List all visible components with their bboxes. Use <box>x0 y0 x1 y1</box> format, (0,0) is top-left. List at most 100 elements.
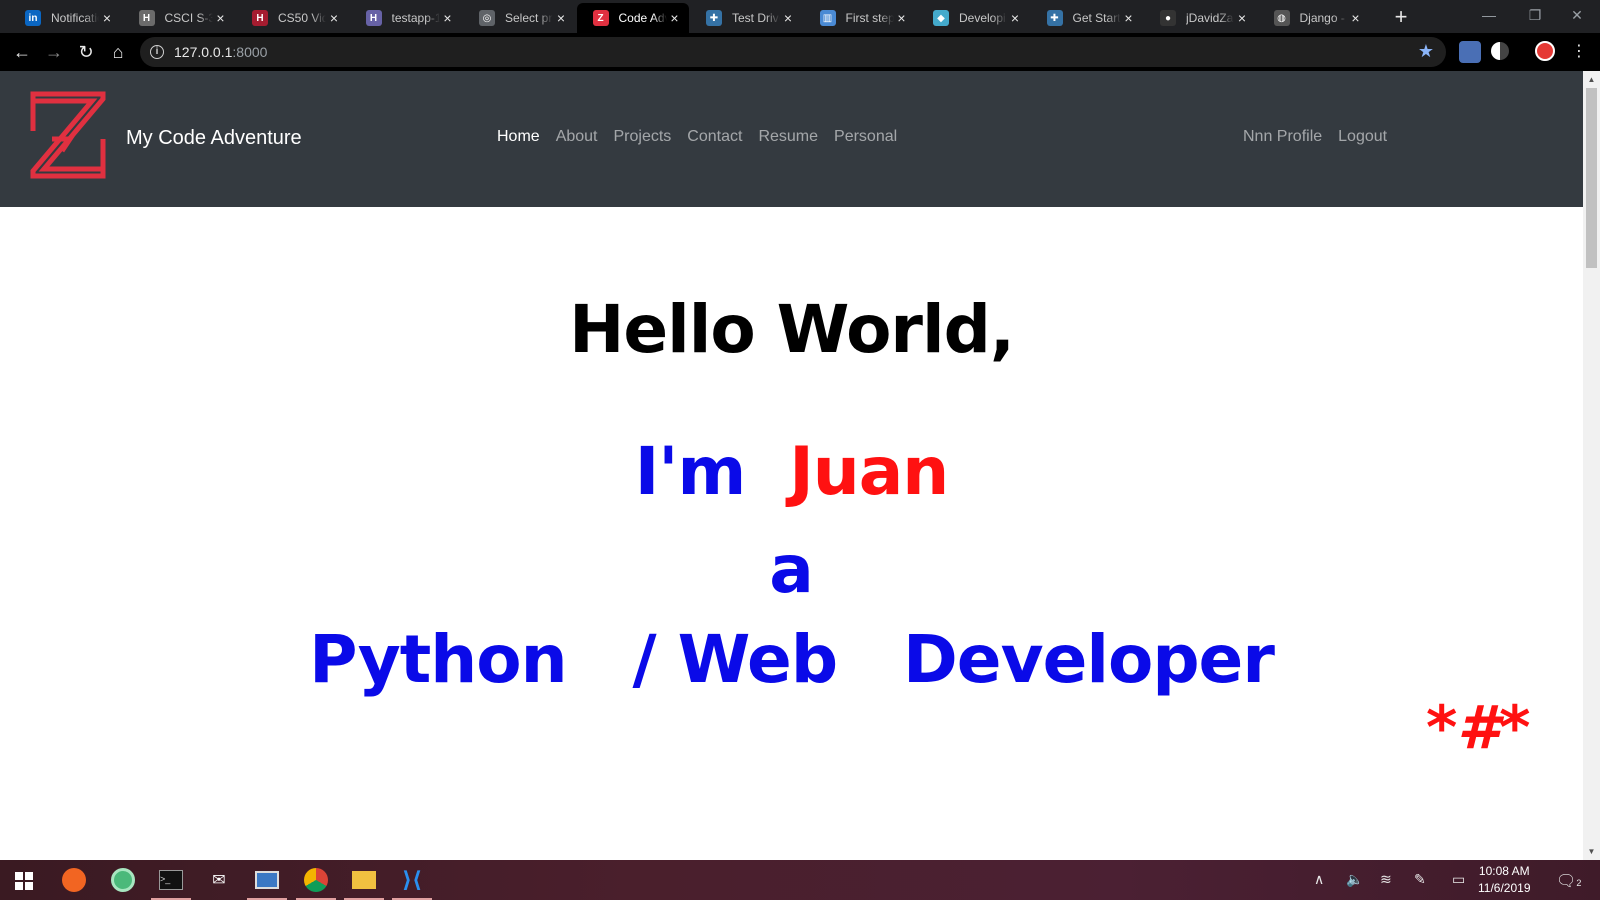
close-tab-icon[interactable]: × <box>99 10 115 26</box>
vscode-icon[interactable]: ⟩⟨ <box>398 866 426 894</box>
close-tab-icon[interactable]: × <box>780 10 796 26</box>
restore-button[interactable]: ❐ <box>1512 0 1558 30</box>
browser-tab-title: Select project <box>505 11 553 25</box>
scroll-down-icon[interactable]: ▼ <box>1583 843 1600 860</box>
browser-tab[interactable]: ◆ Developing× <box>917 3 1029 33</box>
nav-link-about[interactable]: About <box>556 128 598 146</box>
python-icon: ✚ <box>1046 10 1063 26</box>
browser-tab[interactable]: in Notifications× <box>9 3 121 33</box>
browser-tab-strip: inNotifications×HCSCI S-33×HCS50 Video×H… <box>0 0 1600 33</box>
info-icon[interactable]: i <box>150 45 164 59</box>
nav-link-contact[interactable]: Contact <box>687 128 742 146</box>
docs-icon: ▥ <box>819 10 836 26</box>
page-scrollbar[interactable]: ▲ ▼ <box>1583 71 1600 860</box>
browser-tab-title: First steps <box>845 11 894 25</box>
nav-link-personal[interactable]: Personal <box>834 128 897 146</box>
reload-icon[interactable]: ↻ <box>70 36 102 68</box>
chrome-menu-icon[interactable]: ⋮ <box>1563 36 1595 68</box>
browser-tab[interactable]: Z Code Adventure× <box>576 3 689 33</box>
browser-tab[interactable]: ✚ Get Started× <box>1031 3 1143 33</box>
hero-role-developer: Developer <box>903 621 1275 698</box>
nav-link-profile[interactable]: Nnn Profile <box>1243 128 1322 146</box>
home-icon[interactable]: ⌂ <box>102 36 134 68</box>
browser-tab-title: jDavidZapata <box>1186 11 1234 25</box>
browser-tab[interactable]: ▥ First steps× <box>804 3 916 33</box>
browser-tab[interactable]: ◎ Select project× <box>463 3 575 33</box>
close-tab-icon[interactable]: × <box>1121 10 1137 26</box>
brave-icon[interactable] <box>60 866 88 894</box>
close-tab-icon[interactable]: × <box>1007 10 1023 26</box>
address-bar[interactable]: i 127.0.0.1:8000 ★ <box>140 37 1446 67</box>
tablet-mode-icon[interactable]: ▭ <box>1452 871 1465 888</box>
atom-icon[interactable] <box>109 866 137 894</box>
profile-avatar[interactable] <box>1535 41 1555 61</box>
translate-extension-icon[interactable] <box>1459 41 1481 63</box>
site-navbar: My Code Adventure Home About Projects Conta… <box>0 71 1583 207</box>
minimize-button[interactable]: — <box>1466 0 1512 30</box>
django-icon: ◍ <box>1273 10 1290 26</box>
hero-decoration: *#* <box>1426 693 1531 763</box>
forward-arrow-icon[interactable]: → <box>38 36 70 68</box>
back-arrow-icon[interactable]: ← <box>6 36 38 68</box>
close-tab-icon[interactable]: × <box>213 10 229 26</box>
nav-link-resume[interactable]: Resume <box>758 128 818 146</box>
site-brand[interactable]: My Code Adventure <box>126 127 302 150</box>
clock-date: 11/6/2019 <box>1478 881 1531 895</box>
close-tab-icon[interactable]: × <box>326 10 342 26</box>
close-tab-icon[interactable]: × <box>440 10 456 26</box>
close-tab-icon[interactable]: × <box>553 10 569 26</box>
show-hidden-icons-chevron-icon[interactable]: ∧ <box>1314 871 1324 888</box>
clock-time: 10:08 AM <box>1478 864 1530 878</box>
scroll-up-icon[interactable]: ▲ <box>1583 71 1600 88</box>
chrome-icon[interactable] <box>302 866 330 894</box>
scroll-thumb[interactable] <box>1586 88 1597 268</box>
terminal-icon[interactable]: >_ <box>157 866 185 894</box>
action-center-icon[interactable]: 🗨2 <box>1556 871 1581 891</box>
cube-icon: ◆ <box>933 10 949 26</box>
bookmark-star-icon[interactable]: ★ <box>1418 41 1434 62</box>
browser-tab-title: CS50 Video <box>278 11 326 25</box>
hero-im: I'm <box>634 433 747 510</box>
wifi-icon[interactable]: ≋ <box>1380 871 1392 888</box>
hero-greeting: Hello World, <box>569 291 1015 368</box>
close-tab-icon[interactable]: × <box>1348 10 1364 26</box>
browser-tab[interactable]: Htestapp-1 × <box>350 3 462 33</box>
windows-taskbar: >_ ✉ ⟩⟨ ∧ 🔈 ≋ ✎ ▭ 10:08 AM 11/6/2019 🗨2 <box>0 860 1600 900</box>
close-tab-icon[interactable]: × <box>894 10 910 26</box>
browser-tab[interactable]: ● jDavidZapata× <box>1144 3 1256 33</box>
windows-start-icon[interactable] <box>15 872 33 890</box>
browser-tab[interactable]: H CS50 Video× <box>236 3 348 33</box>
close-tab-icon[interactable]: × <box>667 10 683 26</box>
harvard-shield-icon: H <box>252 10 268 26</box>
browser-tab-title: testapp-1 <box>391 11 440 25</box>
close-window-button[interactable]: ✕ <box>1554 0 1600 30</box>
dark-mode-extension-icon[interactable] <box>1491 42 1509 60</box>
nav-link-projects[interactable]: Projects <box>614 128 672 146</box>
new-tab-button[interactable]: + <box>1387 4 1415 32</box>
file-explorer-icon[interactable] <box>350 866 378 894</box>
nav-link-home[interactable]: Home <box>497 128 540 146</box>
pen-icon[interactable]: ✎ <box>1414 871 1426 888</box>
browser-tab-title: Developing <box>959 11 1007 25</box>
hero-intro: I'm Juan <box>0 433 1583 510</box>
browser-tab[interactable]: ✚ Test Driven× <box>690 3 802 33</box>
remote-desktop-icon[interactable] <box>253 866 281 894</box>
system-clock[interactable]: 10:08 AM 11/6/2019 <box>1478 863 1531 897</box>
linkedin-icon: in <box>25 10 41 26</box>
url-text: 127.0.0.1:8000 <box>174 44 267 60</box>
browser-tab-title: Notifications <box>51 11 99 25</box>
browser-tab[interactable]: H CSCI S-33× <box>123 3 235 33</box>
volume-icon[interactable]: 🔈 <box>1346 871 1363 888</box>
browser-tab[interactable]: ◍ Django - × <box>1258 3 1370 33</box>
z-logo-icon: Z <box>592 10 609 26</box>
url-host: 127.0.0.1 <box>174 44 233 60</box>
browser-tab-title: Code Adventure <box>618 11 667 25</box>
browser-toolbar: ← → ↻ ⌂ i 127.0.0.1:8000 ★ ⋮ <box>0 33 1600 71</box>
nav-link-logout[interactable]: Logout <box>1338 128 1387 146</box>
github-icon: ● <box>1160 10 1176 26</box>
hero-article: a <box>769 531 814 608</box>
close-tab-icon[interactable]: × <box>1234 10 1250 26</box>
mail-icon[interactable]: ✉ <box>205 866 233 894</box>
account-nav: Nnn Profile Logout <box>1243 128 1403 146</box>
z-logo-icon[interactable] <box>30 91 106 179</box>
